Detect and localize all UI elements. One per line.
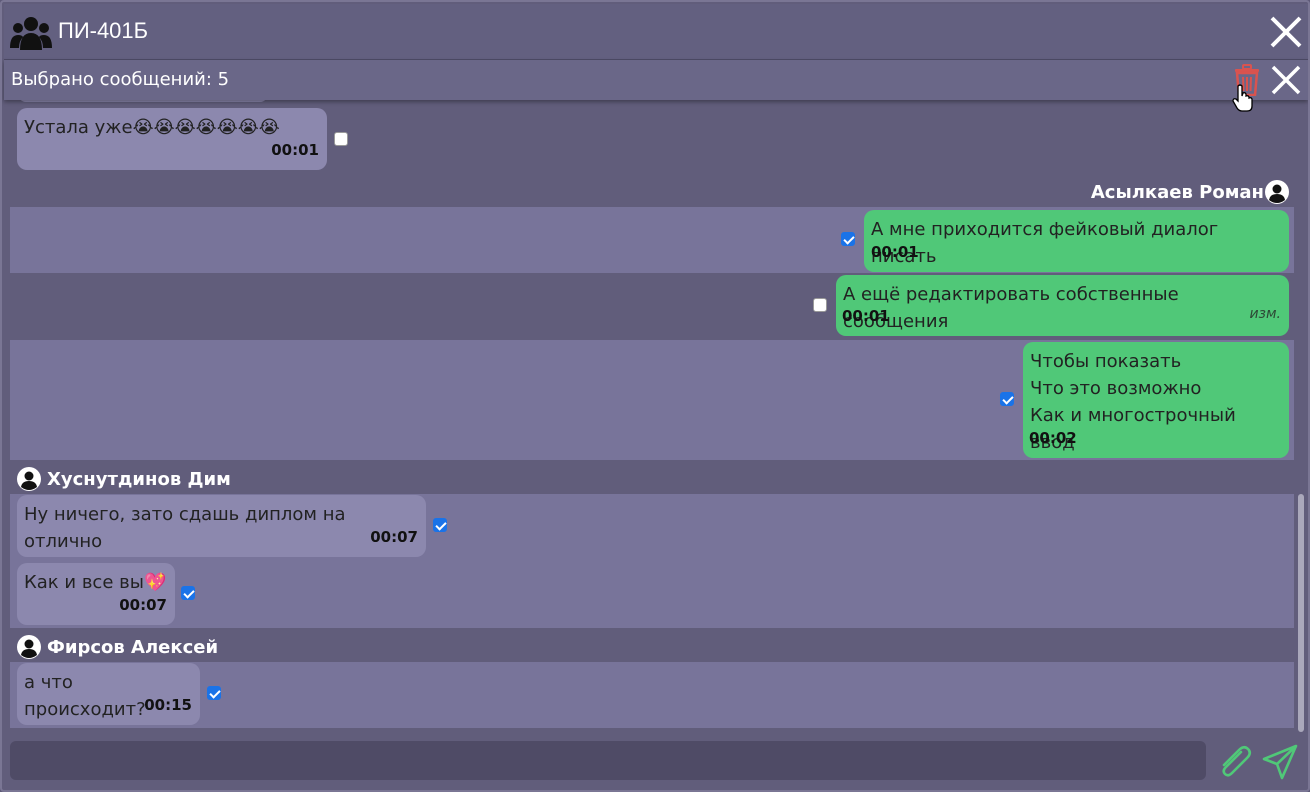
cancel-selection-icon[interactable] — [1270, 64, 1302, 96]
message-time: 00:15 — [144, 696, 192, 714]
sender-name: Асылкаев Роман — [1090, 182, 1264, 203]
selection-bar: Выбрано сообщений: 5 — [4, 60, 1308, 100]
message-list[interactable]: Устала уже😭😭😭😭😭😭😭 00:01 Асылкаев Роман А… — [10, 94, 1294, 730]
chat-header: ПИ-401Б — [4, 4, 1308, 60]
message-bubble: а что происходит? 00:15 — [17, 663, 200, 725]
chat-title: ПИ-401Б — [58, 18, 149, 43]
message-bubble[interactable]: Как и все вы💖 00:07 — [17, 563, 175, 625]
message-checkbox[interactable] — [841, 232, 855, 246]
message-row[interactable]: Устала уже😭😭😭😭😭😭😭 00:01 — [10, 108, 1294, 172]
message-checkbox[interactable] — [334, 132, 348, 146]
scrollbar[interactable] — [1298, 494, 1304, 732]
message-row[interactable]: Чтобы показать Что это возможно Как и мн… — [10, 340, 1294, 460]
send-icon[interactable] — [1260, 742, 1300, 782]
message-text: А ещё редактировать собственные сообщени… — [843, 284, 1179, 332]
close-chat-icon[interactable] — [1268, 14, 1304, 50]
edited-label: изм. — [1249, 306, 1281, 322]
message-text: Устала уже😭😭😭😭😭😭😭 — [24, 117, 280, 138]
message-row[interactable]: А мне приходится фейковый диалог писать … — [10, 207, 1294, 273]
group-icon — [10, 17, 52, 50]
message-line: Чтобы показать — [1030, 351, 1182, 372]
message-text: Ну ничего, зато сдашь диплом на отлично — [24, 504, 346, 552]
paperclip-icon[interactable] — [1214, 742, 1254, 782]
user-avatar-icon — [17, 467, 41, 491]
message-bubble: А мне приходится фейковый диалог писать … — [864, 210, 1289, 272]
message-bubble[interactable]: Ну ничего, зато сдашь диплом на отлично … — [17, 495, 426, 557]
message-time: 00:01 — [842, 307, 890, 325]
message-time: 00:07 — [370, 528, 418, 546]
user-avatar-icon — [17, 635, 41, 659]
message-text: а что происходит? — [24, 672, 146, 720]
message-checkbox[interactable] — [1000, 392, 1014, 406]
message-time: 00:02 — [1029, 429, 1077, 447]
hand-cursor-icon — [1232, 84, 1253, 112]
message-bubble: Устала уже😭😭😭😭😭😭😭 00:01 — [17, 108, 327, 170]
message-text: Как и все вы💖 — [24, 572, 167, 593]
message-time: 00:01 — [271, 141, 319, 159]
message-line: Что это возможно — [1030, 378, 1202, 399]
message-input[interactable] — [10, 741, 1206, 780]
message-bubble: А ещё редактировать собственные сообщени… — [836, 275, 1289, 336]
message-row[interactable]: а что происходит? 00:15 — [10, 662, 1294, 728]
message-group: Ну ничего, зато сдашь диплом на отлично … — [10, 494, 1294, 628]
message-time: 00:07 — [119, 596, 167, 614]
message-checkbox[interactable] — [207, 686, 221, 700]
message-text: А мне приходится фейковый диалог писать — [871, 219, 1219, 267]
sender-name: Хуснутдинов Дим — [47, 469, 231, 490]
sender-name: Фирсов Алексей — [47, 637, 219, 658]
user-avatar-icon — [1265, 180, 1289, 204]
message-checkbox[interactable] — [181, 586, 195, 600]
message-bubble: Чтобы показать Что это возможно Как и мн… — [1023, 342, 1289, 458]
message-checkbox[interactable] — [813, 298, 827, 312]
chat-window: ПИ-401Б Выбрано сообщений: 5 Устала уже😭… — [0, 0, 1310, 792]
message-time: 00:01 — [871, 243, 919, 261]
message-checkbox[interactable] — [433, 518, 447, 532]
message-row[interactable]: А ещё редактировать собственные сообщени… — [10, 274, 1294, 338]
selected-count: Выбрано сообщений: 5 — [11, 69, 230, 90]
